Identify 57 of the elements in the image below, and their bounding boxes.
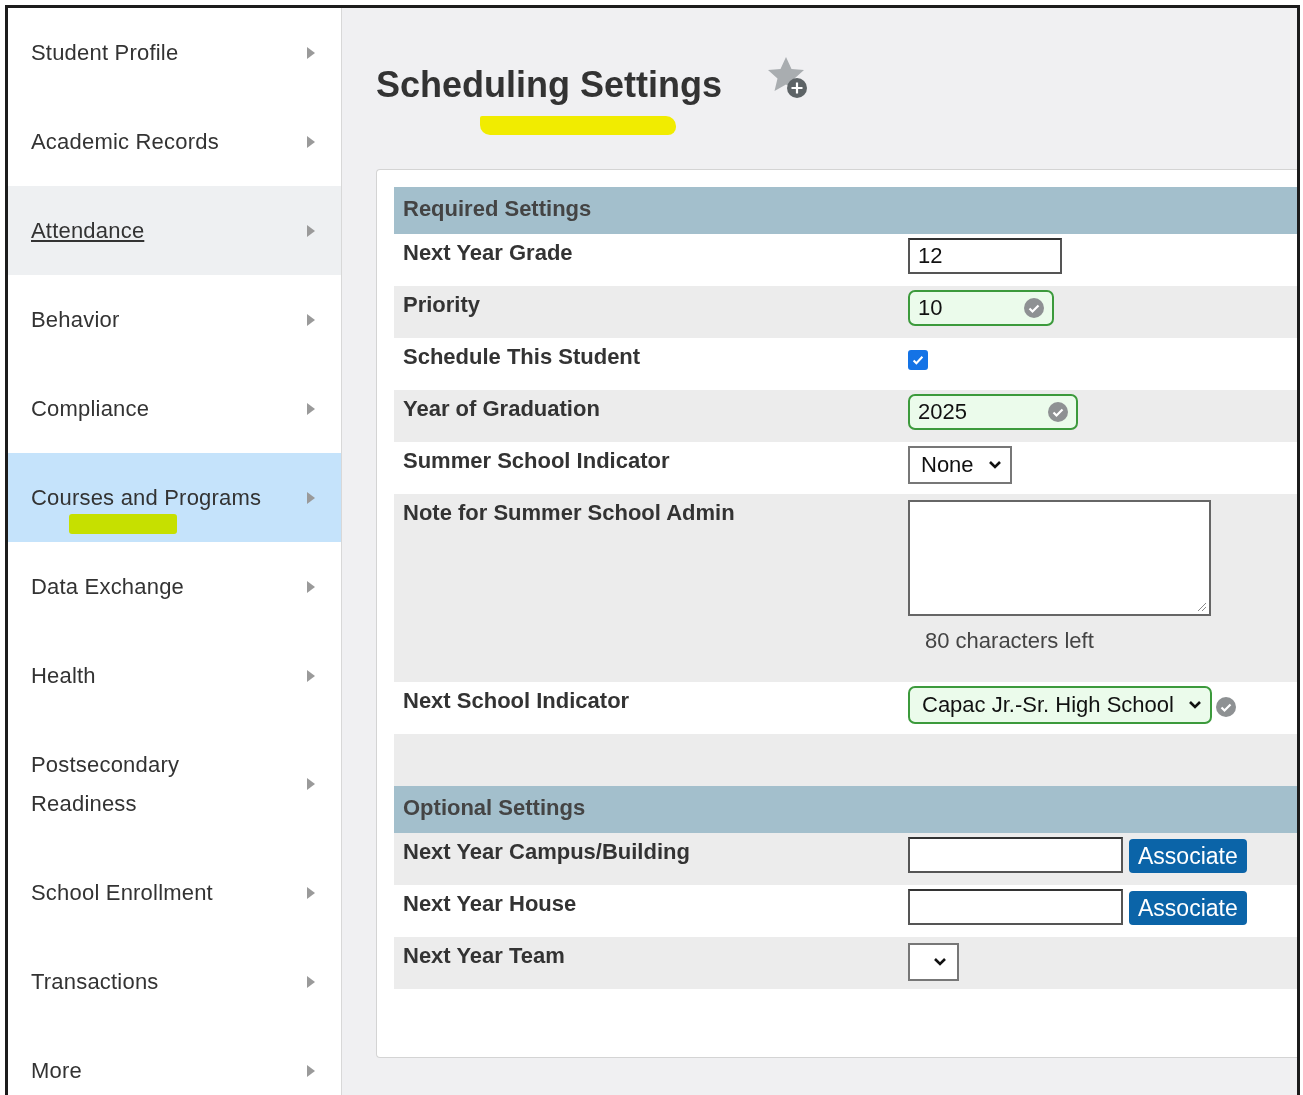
field-label: Next Year Campus/Building <box>402 838 691 866</box>
caret-icon <box>307 778 315 790</box>
field-label: Year of Graduation <box>402 395 601 423</box>
chevron-down-icon <box>933 957 947 967</box>
text-area[interactable] <box>908 500 1211 616</box>
chevron-down-icon <box>1187 700 1202 710</box>
section-header: Optional Settings <box>394 786 1297 833</box>
field-label: Next Year House <box>402 890 578 918</box>
field-label: Note for Summer School Admin <box>402 499 736 527</box>
dropdown[interactable] <box>908 943 959 981</box>
sidebar-item[interactable]: Data Exchange <box>8 542 341 631</box>
sidebar-item[interactable]: Behavior <box>8 275 341 364</box>
field-label: Next School Indicator <box>402 687 631 715</box>
field-label: Schedule This Student <box>402 343 642 371</box>
input-field[interactable]: 10 <box>908 290 1054 326</box>
field-label: Next Year Grade <box>402 239 574 267</box>
associate-button[interactable]: Associate <box>1129 839 1247 873</box>
caret-icon <box>307 402 315 415</box>
field-label: Next Year Team <box>402 942 566 970</box>
input-field[interactable] <box>908 837 1123 873</box>
sidebar-item[interactable]: Postsecondary Readiness <box>8 720 341 848</box>
caret-icon <box>307 491 315 504</box>
caret-icon <box>307 975 315 988</box>
sidebar-item[interactable]: Attendance <box>8 186 341 275</box>
sidebar-item[interactable]: Student Profile <box>8 8 341 97</box>
check-icon <box>1024 298 1044 318</box>
sidebar-item[interactable]: Health <box>8 631 341 720</box>
page-title: Scheduling Settings <box>376 64 723 106</box>
caret-icon <box>307 1064 315 1077</box>
sidebar-item[interactable]: Courses and Programs <box>8 453 341 542</box>
caret-icon <box>307 886 315 899</box>
sidebar-item[interactable]: Transactions <box>8 937 341 1026</box>
check-icon <box>1215 697 1236 717</box>
sidebar-item[interactable]: More <box>8 1026 341 1095</box>
input-field[interactable]: 12 <box>908 238 1062 274</box>
dropdown[interactable]: Capac Jr.-Sr. High School <box>908 686 1212 724</box>
input-field[interactable]: 2025 <box>908 394 1078 430</box>
field-label: Priority <box>402 291 482 319</box>
caret-icon <box>307 224 315 237</box>
character-count: 80 characters left <box>924 627 1095 655</box>
caret-icon <box>307 313 315 326</box>
sidebar-item[interactable]: Academic Records <box>8 97 341 186</box>
input-field[interactable] <box>908 889 1123 925</box>
checkbox[interactable] <box>908 350 928 370</box>
section-header: Required Settings <box>394 187 1297 234</box>
field-label: Summer School Indicator <box>402 447 671 475</box>
dropdown[interactable]: None <box>908 446 1012 484</box>
sidebar-item[interactable]: Compliance <box>8 364 341 453</box>
caret-icon <box>307 46 315 59</box>
check-icon <box>1048 402 1068 422</box>
associate-button[interactable]: Associate <box>1129 891 1247 925</box>
caret-icon <box>307 669 315 682</box>
caret-icon <box>307 580 315 593</box>
chevron-down-icon <box>987 460 1002 470</box>
resize-grip-icon[interactable] <box>1195 600 1207 612</box>
sidebar-item[interactable]: School Enrollment <box>8 848 341 937</box>
caret-icon <box>307 135 315 148</box>
